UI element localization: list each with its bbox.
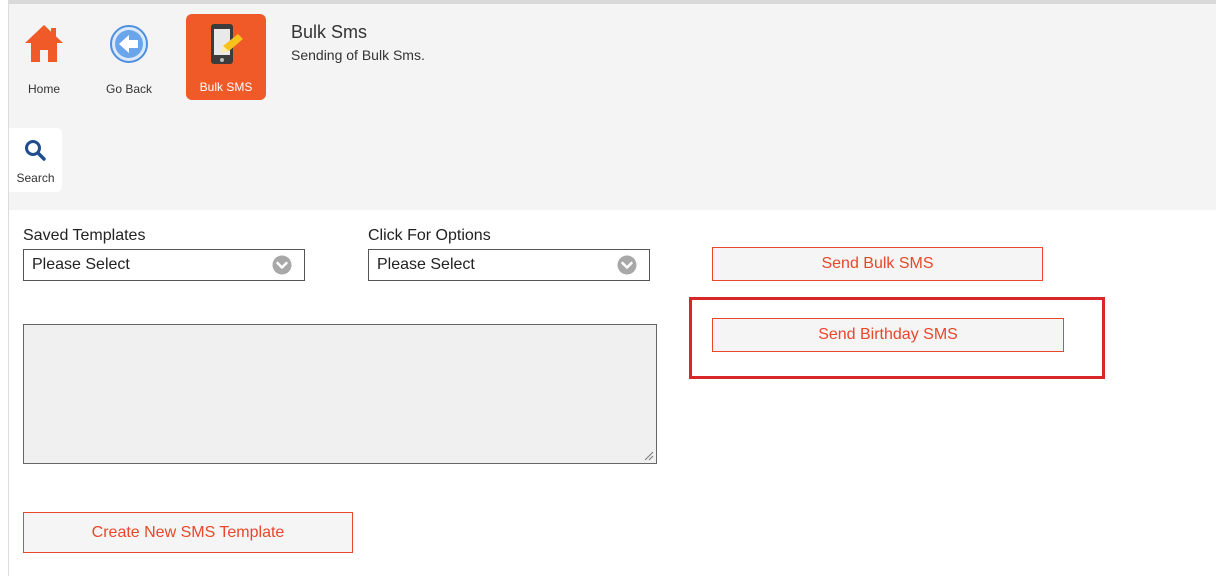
home-label: Home bbox=[27, 82, 60, 96]
page-title: Bulk Sms bbox=[291, 22, 368, 42]
window-left-edge bbox=[0, 0, 9, 576]
home-icon bbox=[25, 25, 63, 62]
options-select[interactable]: Please Select bbox=[368, 249, 650, 281]
saved-templates-select[interactable]: Please Select bbox=[23, 249, 305, 281]
search-icon bbox=[25, 140, 46, 161]
home-button[interactable]: Home bbox=[15, 14, 73, 102]
bulk-sms-label: Bulk SMS bbox=[199, 80, 253, 94]
bulk-sms-button[interactable]: Bulk SMS bbox=[186, 14, 266, 100]
search-button[interactable]: Search bbox=[9, 128, 62, 192]
page-subtitle: Sending of Bulk Sms. bbox=[291, 47, 425, 63]
options-label: Click For Options bbox=[368, 227, 491, 244]
send-birthday-sms-button[interactable]: Send Birthday SMS bbox=[712, 318, 1064, 352]
chevron-down-circle-icon bbox=[617, 255, 637, 275]
options-value: Please Select bbox=[377, 256, 475, 273]
chevron-down-circle-icon bbox=[272, 255, 292, 275]
send-bulk-sms-button[interactable]: Send Bulk SMS bbox=[712, 247, 1043, 281]
create-sms-template-button[interactable]: Create New SMS Template bbox=[23, 512, 353, 553]
arrow-left-circle-icon bbox=[110, 25, 148, 63]
saved-templates-value: Please Select bbox=[32, 256, 130, 273]
resize-grip-icon[interactable] bbox=[644, 451, 654, 461]
phone-sms-icon bbox=[211, 24, 243, 64]
go-back-label: Go Back bbox=[105, 82, 153, 96]
page: Home Go Back Bulk SMS Bulk Sms Sending o… bbox=[0, 0, 1216, 576]
saved-templates-label: Saved Templates bbox=[23, 227, 146, 244]
message-textarea[interactable] bbox=[23, 324, 657, 464]
title-block: Bulk Sms Sending of Bulk Sms. bbox=[291, 22, 425, 63]
header-toolbar: Home Go Back Bulk SMS Bulk Sms Sending o… bbox=[9, 4, 1216, 210]
go-back-button[interactable]: Go Back bbox=[97, 14, 161, 102]
search-label: Search bbox=[16, 171, 55, 185]
